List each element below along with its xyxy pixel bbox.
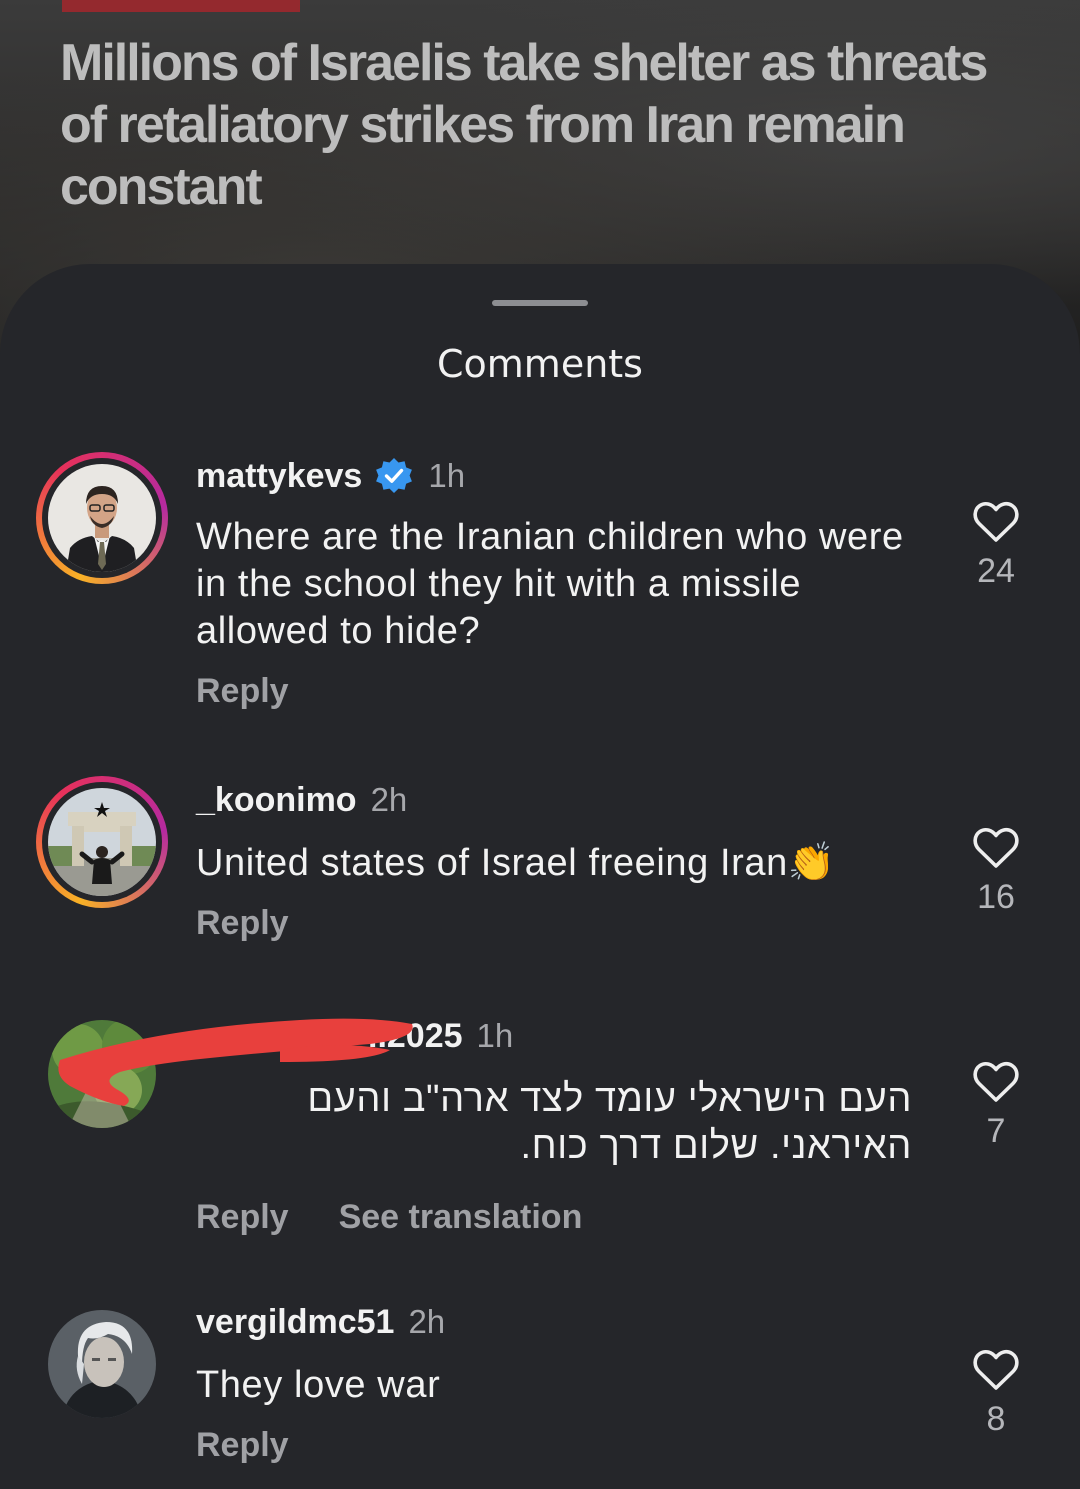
heart-icon[interactable] xyxy=(972,826,1020,870)
comment-time: 1h xyxy=(428,457,466,494)
avatar-story-ring[interactable] xyxy=(36,776,168,908)
comment-actions: Reply xyxy=(196,1426,289,1465)
comment-text: Where are the Iranian children who were … xyxy=(196,516,904,652)
redaction-scribble xyxy=(58,1018,413,1106)
comment-meta: vergildmc51 2h xyxy=(196,1300,445,1344)
comment-actions: Reply xyxy=(196,672,289,711)
reply-button[interactable]: Reply xyxy=(196,904,289,943)
comment-actions: Reply xyxy=(196,904,289,943)
comment-text: United states of Israel freeing Iran👏 xyxy=(196,842,836,884)
comment-time: 1h xyxy=(476,1017,514,1054)
avatar xyxy=(48,788,156,896)
like-count: 8 xyxy=(986,1400,1006,1438)
like-count: 7 xyxy=(986,1112,1006,1150)
reply-button[interactable]: Reply xyxy=(196,672,289,711)
comment-text: They love war xyxy=(196,1364,441,1406)
avatar[interactable] xyxy=(48,1310,156,1418)
heart-icon[interactable] xyxy=(972,500,1020,544)
comment-meta: mattykevs 1h xyxy=(196,454,465,498)
like-count: 16 xyxy=(977,878,1015,916)
article-headline: Millions of Israelis take shelter as thr… xyxy=(60,34,988,216)
sheet-title: Comments xyxy=(437,342,643,386)
sheet-drag-handle[interactable] xyxy=(492,300,588,306)
like-control: 7 xyxy=(968,1060,1024,1151)
avatar xyxy=(48,464,156,572)
heart-icon[interactable] xyxy=(972,1060,1020,1104)
comment-meta: _koonimo 2h xyxy=(196,778,407,822)
like-control: 8 xyxy=(968,1348,1024,1439)
heart-icon[interactable] xyxy=(972,1348,1020,1392)
reply-button[interactable]: Reply xyxy=(196,1198,289,1237)
reply-button[interactable]: Reply xyxy=(196,1426,289,1465)
comment-time: 2h xyxy=(408,1303,446,1340)
like-control: 16 xyxy=(968,826,1024,917)
publication-tag xyxy=(62,0,300,12)
like-count: 24 xyxy=(977,552,1015,590)
comment-actions: Reply See translation xyxy=(196,1198,582,1237)
see-translation-button[interactable]: See translation xyxy=(339,1198,583,1237)
comment-username[interactable]: vergildmc51 xyxy=(196,1303,394,1342)
comment-username[interactable]: _koonimo xyxy=(196,781,357,820)
like-control: 24 xyxy=(968,500,1024,591)
comment-time: 2h xyxy=(370,781,408,818)
verified-badge-icon xyxy=(374,456,414,496)
screen: Millions of Israelis take shelter as thr… xyxy=(0,0,1080,1489)
avatar-story-ring[interactable] xyxy=(36,452,168,584)
comment-username[interactable]: mattykevs xyxy=(196,457,362,496)
